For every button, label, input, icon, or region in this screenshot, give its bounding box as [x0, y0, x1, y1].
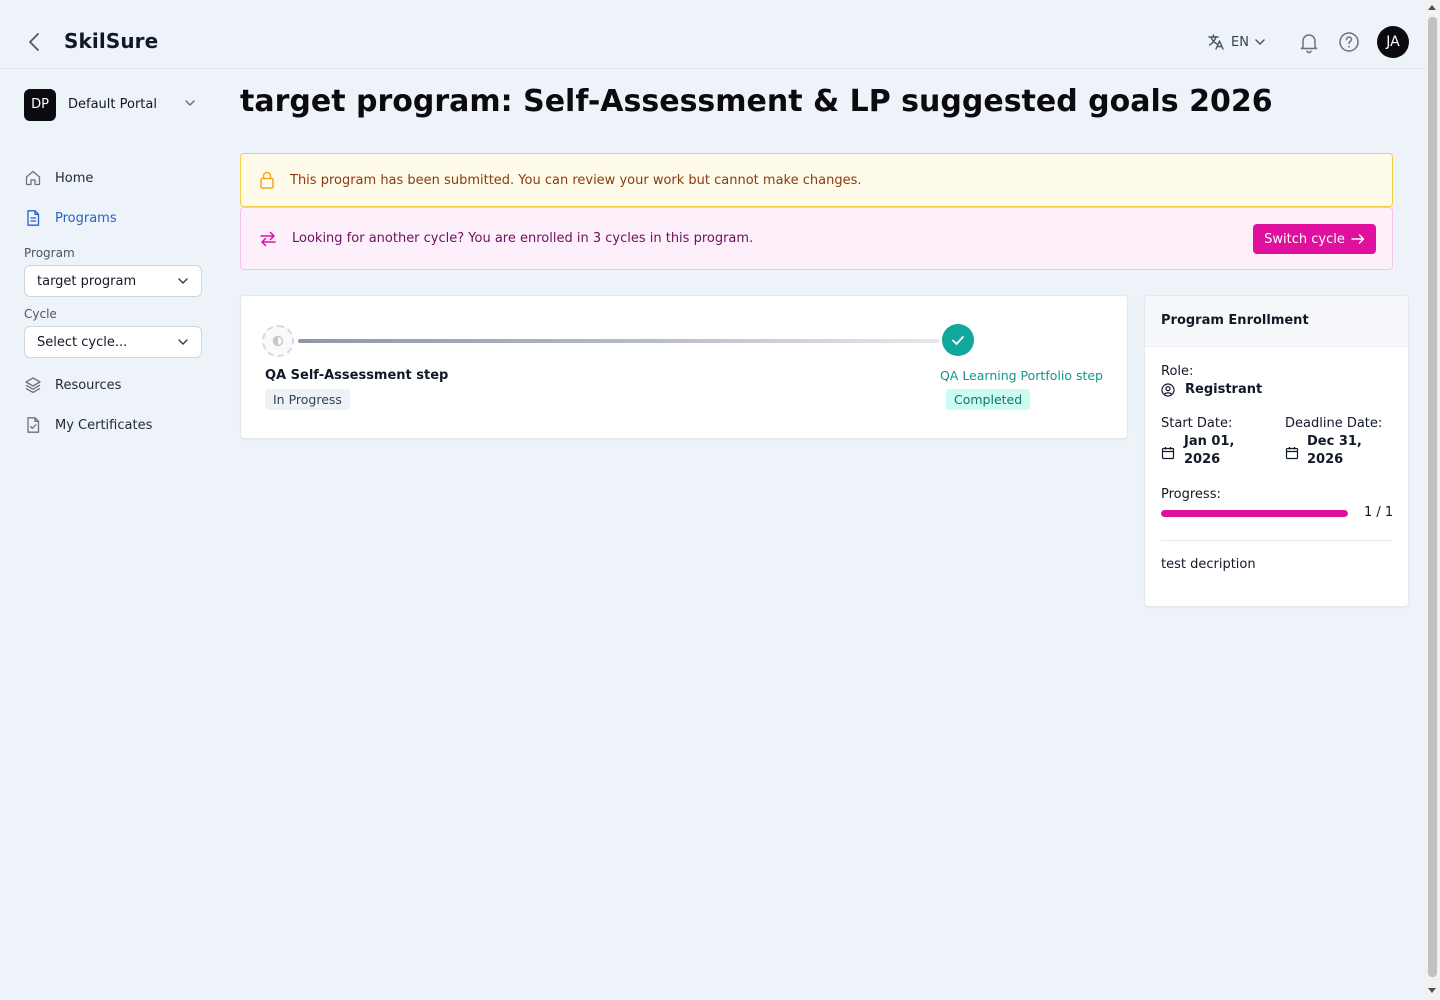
cycle-label: Cycle — [24, 307, 57, 321]
sidebar-item-my-certificates[interactable]: My Certificates — [24, 413, 200, 437]
sidebar-item-label: Programs — [55, 210, 117, 226]
scroll-down-arrow[interactable] — [1428, 988, 1436, 993]
layers-icon — [25, 377, 41, 394]
progress-count: 1 / 1 — [1364, 505, 1394, 520]
language-label: EN — [1231, 34, 1249, 50]
start-date-label: Start Date: — [1161, 416, 1233, 431]
cycle-alert-text: Looking for another cycle? You are enrol… — [292, 231, 754, 246]
status-badge: Completed — [946, 389, 1031, 410]
document-icon — [27, 210, 40, 226]
bell-icon — [1300, 34, 1318, 54]
language-selector[interactable]: EN — [1207, 31, 1265, 53]
home-icon — [25, 170, 41, 186]
start-date-year: 2026 — [1184, 452, 1221, 467]
scroll-thumb[interactable] — [1428, 17, 1437, 977]
user-avatar[interactable]: JA — [1377, 26, 1409, 58]
page-title: target program: Self-Assessment & LP sug… — [240, 84, 1273, 119]
back-button[interactable] — [22, 28, 46, 56]
chevron-left-icon — [29, 33, 39, 51]
sidebar-item-label: Home — [55, 170, 94, 186]
step-title[interactable]: QA Learning Portfolio step — [940, 368, 1103, 383]
sidebar-item-home[interactable]: Home — [24, 166, 200, 190]
notifications-button[interactable] — [1297, 30, 1321, 54]
steps-card: QA Self-Assessment step In Progress QA L… — [240, 295, 1128, 439]
step-status-completed — [942, 324, 974, 356]
deadline-date-day: Dec 31, — [1307, 434, 1362, 449]
portal-badge: DP — [24, 88, 56, 121]
start-date-day: Jan 01, — [1184, 434, 1235, 449]
deadline-date-label: Deadline Date: — [1285, 416, 1383, 431]
submitted-alert-text: This program has been submitted. You can… — [290, 172, 862, 188]
user-circle-icon — [1161, 383, 1175, 397]
submitted-alert: This program has been submitted. You can… — [240, 153, 1393, 207]
program-select[interactable]: target program — [24, 265, 202, 297]
deadline-date-value: Dec 31, 2026 — [1307, 433, 1362, 469]
page-scrollbar[interactable] — [1425, 0, 1440, 1000]
help-circle-icon — [1339, 32, 1359, 52]
check-icon — [952, 336, 964, 345]
app-title: SkilSure — [64, 29, 159, 53]
calendar-icon — [1161, 447, 1175, 460]
program-select-value: target program — [37, 273, 137, 289]
arrow-right-icon — [1351, 234, 1365, 244]
chevron-down-icon — [178, 278, 188, 285]
cycle-alert: Looking for another cycle? You are enrol… — [240, 207, 1393, 270]
sidebar-item-label: Resources — [55, 377, 122, 393]
sidebar-item-programs[interactable]: Programs — [24, 206, 200, 230]
cycle-select[interactable]: Select cycle... — [24, 326, 202, 358]
program-enrollment-card: Program Enrollment Role: Registrant Star… — [1144, 295, 1409, 607]
step-connector — [298, 339, 940, 343]
switch-cycle-label: Switch cycle — [1264, 231, 1345, 247]
status-badge: In Progress — [265, 389, 350, 410]
step-title[interactable]: QA Self-Assessment step — [265, 368, 448, 383]
chevron-down-icon — [185, 100, 195, 107]
top-header: SkilSure EN JA — [0, 0, 1425, 69]
progress-bar-fill — [1161, 510, 1348, 517]
role-value: Registrant — [1185, 382, 1263, 397]
sidebar-item-label: My Certificates — [55, 417, 153, 433]
role-label: Role: — [1161, 364, 1194, 379]
sidebar-item-resources[interactable]: Resources — [24, 373, 200, 397]
lock-icon — [260, 171, 274, 189]
half-circle-icon — [272, 335, 284, 347]
start-date-value: Jan 01, 2026 — [1184, 433, 1234, 469]
scroll-up-arrow[interactable] — [1428, 5, 1436, 10]
deadline-date-year: 2026 — [1307, 452, 1344, 467]
swap-arrows-icon — [260, 231, 276, 246]
divider — [1161, 540, 1392, 541]
portal-switcher[interactable]: DP Default Portal — [24, 88, 200, 121]
progress-label: Progress: — [1161, 487, 1221, 502]
help-button[interactable] — [1337, 30, 1361, 54]
program-description: test decription — [1161, 557, 1256, 572]
enrollment-heading: Program Enrollment — [1145, 296, 1408, 347]
certificate-icon — [27, 417, 40, 433]
program-label: Program — [24, 246, 75, 260]
chevron-down-icon — [178, 339, 188, 346]
step-status-in-progress — [262, 325, 294, 357]
calendar-icon — [1285, 447, 1299, 460]
chevron-down-icon — [1255, 39, 1265, 46]
cycle-select-placeholder: Select cycle... — [37, 334, 128, 350]
progress-bar — [1161, 510, 1348, 517]
translate-icon — [1208, 34, 1224, 50]
switch-cycle-button[interactable]: Switch cycle — [1253, 224, 1376, 254]
portal-name: Default Portal — [68, 97, 157, 112]
